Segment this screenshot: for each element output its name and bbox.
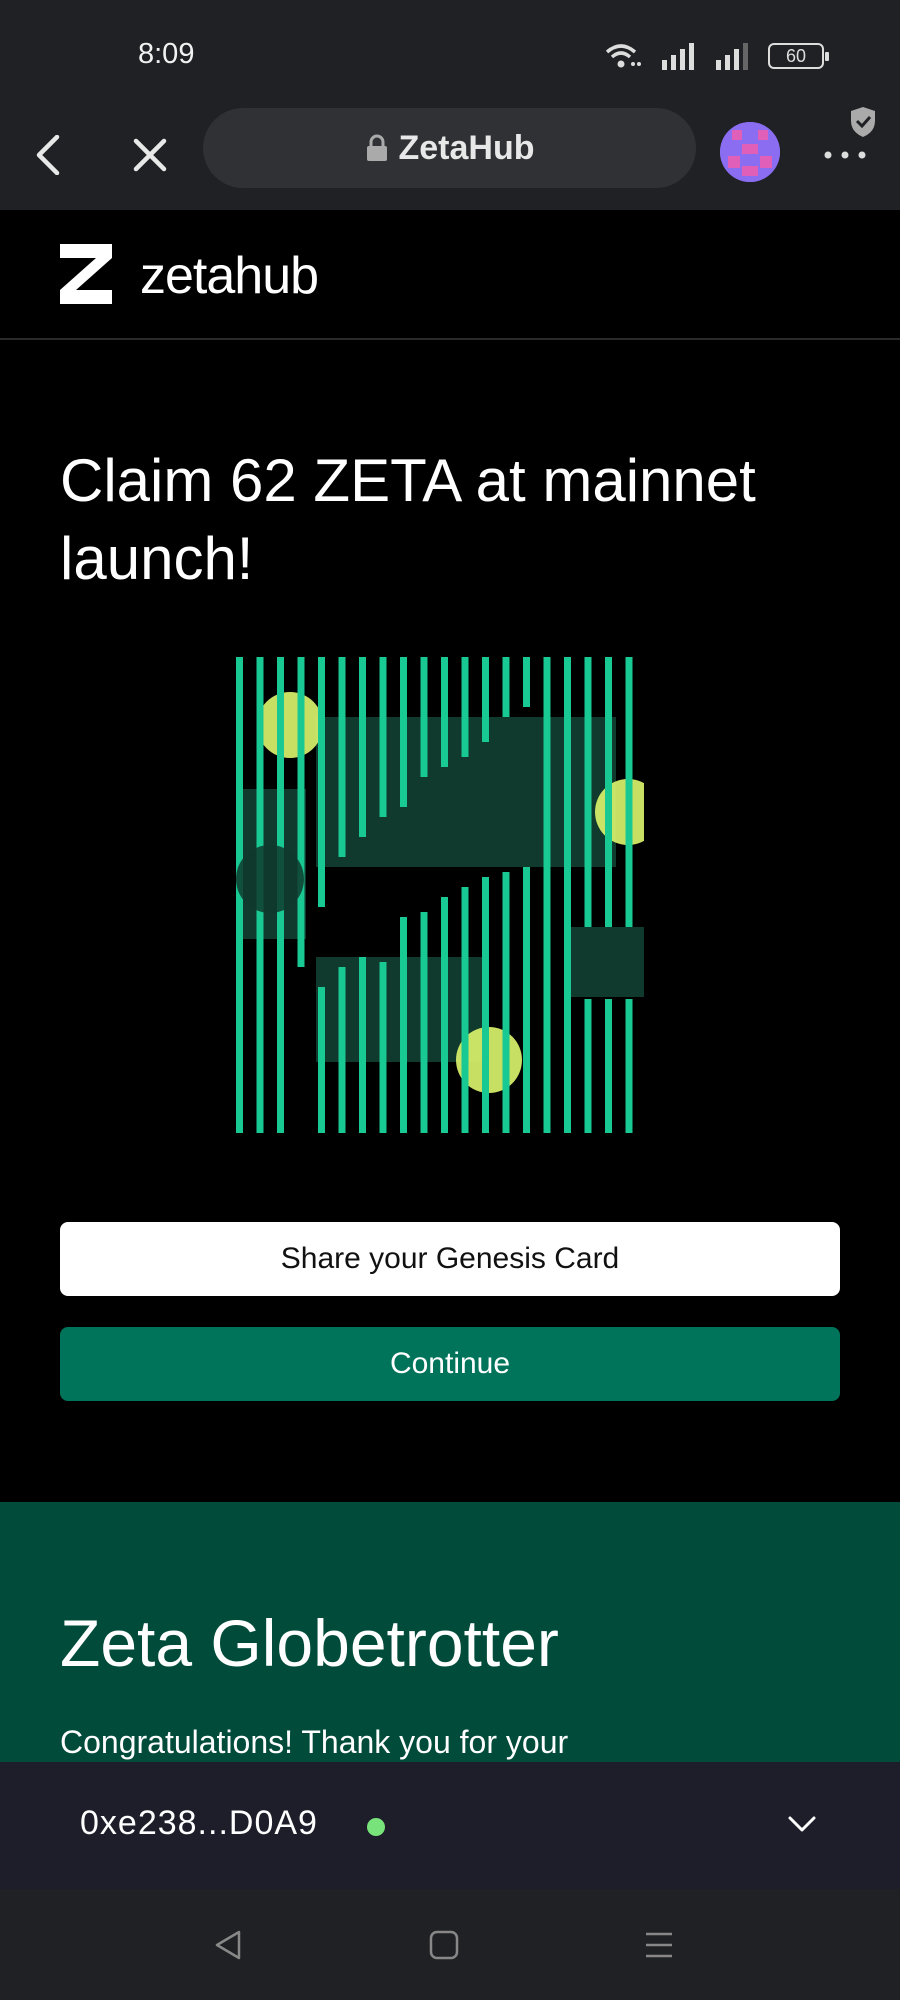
section-title: Zeta Globetrotter xyxy=(60,1606,559,1680)
logo-text[interactable]: zetahub xyxy=(140,246,319,306)
connected-status-dot xyxy=(367,1818,385,1836)
continue-button[interactable]: Continue xyxy=(60,1327,840,1401)
page-title: ZetaHub xyxy=(398,128,535,167)
shield-icon[interactable] xyxy=(848,105,878,139)
genesis-card-image xyxy=(236,657,644,1133)
status-time: 8:09 xyxy=(138,38,195,70)
browser-toolbar: ZetaHub xyxy=(0,105,900,210)
wallet-bar[interactable]: 0xe238...D0A9 xyxy=(0,1762,900,1889)
close-icon xyxy=(133,138,167,172)
back-icon xyxy=(36,135,60,175)
signal-icon xyxy=(716,43,748,70)
battery-icon: 60 xyxy=(768,43,829,69)
signal-icon xyxy=(662,43,694,70)
avatar[interactable] xyxy=(720,122,780,182)
address-bar[interactable]: ZetaHub xyxy=(203,108,696,188)
status-bar: 8:09 60 xyxy=(0,0,900,105)
share-genesis-card-button[interactable]: Share your Genesis Card xyxy=(60,1222,840,1296)
system-navigation-bar xyxy=(0,1889,900,2000)
zetahub-logo-icon[interactable] xyxy=(60,244,112,304)
system-home-button[interactable] xyxy=(422,1923,466,1967)
globetrotter-section: Zeta Globetrotter Congratulations! Thank… xyxy=(0,1502,900,1762)
wallet-address: 0xe238...D0A9 xyxy=(80,1804,318,1842)
avatar-pattern-icon xyxy=(720,122,780,182)
hero-title: Claim 62 ZETA at mainnet launch! xyxy=(60,447,756,592)
chevron-down-icon xyxy=(788,1816,816,1832)
system-back-button[interactable] xyxy=(206,1923,250,1967)
wallet-dropdown-toggle[interactable] xyxy=(780,1802,824,1846)
lock-icon xyxy=(366,134,387,161)
site-header: zetahub xyxy=(0,210,900,340)
section-text: Congratulations! Thank you for your xyxy=(60,1724,569,1760)
system-recents-button[interactable] xyxy=(637,1923,681,1967)
status-icons: 60 xyxy=(604,40,829,72)
home-square-icon xyxy=(429,1930,459,1960)
more-icon xyxy=(824,151,866,159)
menu-lines-icon xyxy=(646,1932,672,1958)
back-triangle-icon xyxy=(215,1930,241,1960)
close-tab-button[interactable] xyxy=(122,127,178,183)
more-options-button[interactable] xyxy=(815,135,875,175)
back-button[interactable] xyxy=(20,127,76,183)
wifi-icon xyxy=(605,44,641,68)
